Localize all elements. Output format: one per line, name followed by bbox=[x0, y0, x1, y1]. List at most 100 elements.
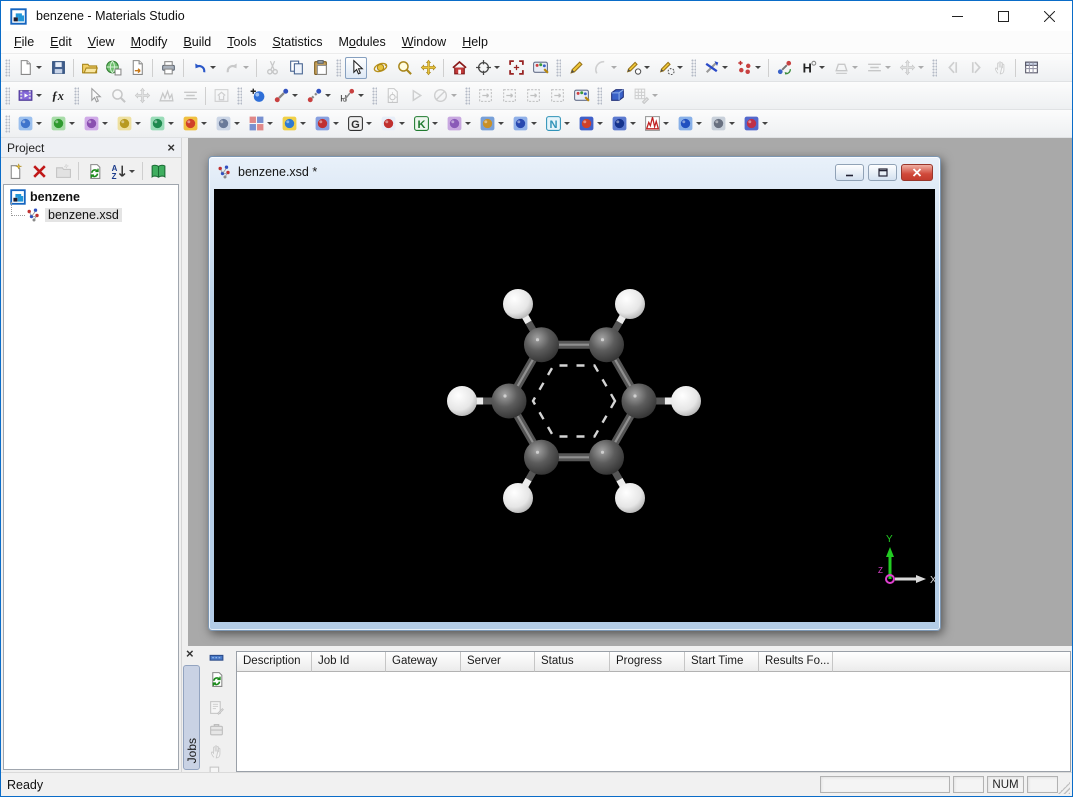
view-onto-button[interactable] bbox=[472, 57, 503, 79]
sort-button[interactable]: AZ bbox=[107, 160, 138, 182]
toolbar-grip[interactable] bbox=[556, 59, 561, 77]
dropdown-arrow[interactable] bbox=[760, 114, 769, 134]
module-morphology-button[interactable] bbox=[509, 113, 540, 135]
sketch-atom-button[interactable] bbox=[622, 57, 653, 79]
module-mesodyn-button[interactable] bbox=[476, 113, 507, 135]
dropdown-arrow[interactable] bbox=[529, 114, 538, 134]
dropdown-arrow[interactable] bbox=[331, 114, 340, 134]
undo-button[interactable] bbox=[188, 57, 219, 79]
rebond-button[interactable] bbox=[773, 57, 795, 79]
dropdown-arrow[interactable] bbox=[298, 114, 307, 134]
dropdown-arrow[interactable] bbox=[642, 58, 651, 78]
dropdown-arrow[interactable] bbox=[397, 114, 406, 134]
module-reflex-button[interactable] bbox=[641, 113, 672, 135]
jobs-tab[interactable]: Jobs bbox=[183, 665, 200, 770]
dropdown-arrow[interactable] bbox=[496, 114, 505, 134]
dropdown-arrow[interactable] bbox=[628, 114, 637, 134]
save-button[interactable] bbox=[47, 57, 69, 79]
column-header-results-fo[interactable]: Results Fo... bbox=[759, 652, 833, 672]
paste-button[interactable] bbox=[309, 57, 331, 79]
module-mesocite-button[interactable] bbox=[443, 113, 474, 135]
menu-build[interactable]: Build bbox=[175, 32, 219, 52]
module-forcite-button[interactable] bbox=[278, 113, 309, 135]
column-header-job-id[interactable]: Job Id bbox=[312, 652, 386, 672]
column-header-status[interactable]: Status bbox=[535, 652, 610, 672]
menu-modify[interactable]: Modify bbox=[123, 32, 176, 52]
reset-view-button[interactable] bbox=[448, 57, 470, 79]
module-onetep-button[interactable] bbox=[575, 113, 606, 135]
module-kinetix-button[interactable]: K bbox=[410, 113, 441, 135]
dropdown-arrow[interactable] bbox=[661, 114, 670, 134]
column-header-server[interactable]: Server bbox=[461, 652, 535, 672]
menu-tools[interactable]: Tools bbox=[219, 32, 264, 52]
module-discover-button[interactable] bbox=[212, 113, 243, 135]
display-properties-button[interactable] bbox=[570, 85, 592, 107]
dropdown-arrow[interactable] bbox=[127, 161, 136, 181]
dropdown-arrow[interactable] bbox=[199, 114, 208, 134]
new-item-button[interactable] bbox=[4, 160, 26, 182]
refresh-button[interactable] bbox=[83, 160, 105, 182]
resize-grip[interactable] bbox=[1058, 782, 1070, 794]
delete-button[interactable] bbox=[28, 160, 50, 182]
module-blends-button[interactable] bbox=[146, 113, 177, 135]
3d-viewport[interactable]: YXZ bbox=[214, 189, 935, 622]
project-panel-close-button[interactable]: × bbox=[167, 142, 175, 154]
menu-window[interactable]: Window bbox=[394, 32, 454, 52]
new-document-button[interactable] bbox=[14, 57, 45, 79]
module-castep-button[interactable] bbox=[47, 113, 78, 135]
dropdown-arrow[interactable] bbox=[720, 58, 729, 78]
document-title-bar[interactable]: benzene.xsd * bbox=[209, 157, 940, 187]
dropdown-arrow[interactable] bbox=[492, 58, 501, 78]
dropdown-arrow[interactable] bbox=[166, 114, 175, 134]
export-button[interactable] bbox=[126, 57, 148, 79]
dropdown-arrow[interactable] bbox=[232, 114, 241, 134]
refresh-jobs-button[interactable] bbox=[205, 669, 227, 689]
help-library-button[interactable] bbox=[147, 160, 169, 182]
tree-item-benzene-xsd[interactable]: benzene.xsd bbox=[4, 206, 178, 224]
dropdown-arrow[interactable] bbox=[290, 86, 299, 106]
module-synthia-button[interactable] bbox=[707, 113, 738, 135]
sketch-button[interactable] bbox=[565, 57, 587, 79]
menu-file[interactable]: File bbox=[6, 32, 42, 52]
dropdown-arrow[interactable] bbox=[323, 86, 332, 106]
print-button[interactable] bbox=[157, 57, 179, 79]
column-header-description[interactable]: Description bbox=[237, 652, 312, 672]
add-atoms-button[interactable] bbox=[733, 57, 764, 79]
module-polymorph-button[interactable] bbox=[608, 113, 639, 135]
dropdown-arrow[interactable] bbox=[430, 114, 439, 134]
add-atom-button[interactable] bbox=[246, 85, 268, 107]
menu-modules[interactable]: Modules bbox=[330, 32, 393, 52]
column-header-progress[interactable]: Progress bbox=[610, 652, 685, 672]
dropdown-arrow[interactable] bbox=[208, 58, 217, 78]
toolbar-grip[interactable] bbox=[5, 115, 10, 133]
dropdown-arrow[interactable] bbox=[753, 58, 762, 78]
toolbar-grip[interactable] bbox=[74, 87, 79, 105]
module-vamp-button[interactable] bbox=[740, 113, 771, 135]
document-window[interactable]: benzene.xsd * YXZ bbox=[208, 156, 941, 631]
jobs-panel-close-button[interactable]: × bbox=[186, 648, 194, 660]
zoom-view-button[interactable] bbox=[393, 57, 415, 79]
module-dmol3-button[interactable] bbox=[179, 113, 210, 135]
add-hydrogen-button[interactable]: H bbox=[336, 85, 367, 107]
dropdown-arrow[interactable] bbox=[265, 114, 274, 134]
maximize-button[interactable] bbox=[980, 1, 1026, 31]
module-dftb-plus-button[interactable] bbox=[245, 113, 276, 135]
module-adsorption-locator-button[interactable] bbox=[113, 113, 144, 135]
copy-button[interactable] bbox=[285, 57, 307, 79]
document-restore-button[interactable] bbox=[868, 164, 897, 181]
menu-edit[interactable]: Edit bbox=[42, 32, 80, 52]
select-arrow-button[interactable] bbox=[345, 57, 367, 79]
display-style-button[interactable] bbox=[529, 57, 551, 79]
open-button[interactable] bbox=[78, 57, 100, 79]
menu-view[interactable]: View bbox=[80, 32, 123, 52]
dropdown-arrow[interactable] bbox=[562, 114, 571, 134]
dropdown-arrow[interactable] bbox=[727, 114, 736, 134]
module-conformers-button[interactable] bbox=[80, 113, 111, 135]
modify-bond-button[interactable] bbox=[700, 57, 731, 79]
toolbar-grip[interactable] bbox=[597, 87, 602, 105]
toolbar-grip[interactable] bbox=[336, 59, 341, 77]
document-minimize-button[interactable] bbox=[835, 164, 864, 181]
menu-help[interactable]: Help bbox=[454, 32, 496, 52]
column-header-start-time[interactable]: Start Time bbox=[685, 652, 759, 672]
animation-button[interactable] bbox=[14, 85, 45, 107]
